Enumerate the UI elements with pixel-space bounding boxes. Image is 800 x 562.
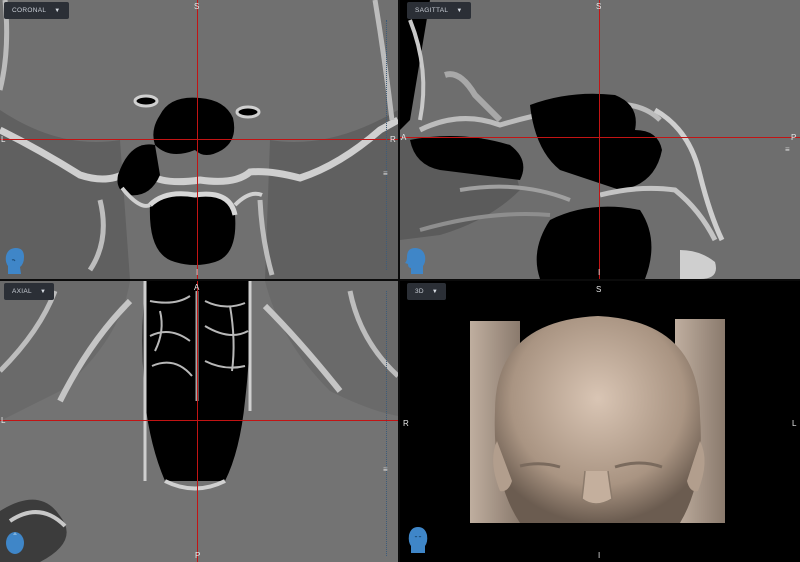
sagittal-orientation-left: A [401,133,407,142]
viewport-divider-vertical [398,0,400,562]
sagittal-ct-image [400,0,800,279]
sagittal-view-label: SAGITTAL [415,7,449,14]
three-d-viewport[interactable]: 3D ▼ S I R L [400,281,800,562]
axial-slice-slider-icon[interactable]: ≡ [383,466,388,474]
three-d-view-dropdown[interactable]: 3D ▼ [407,283,447,300]
sagittal-view-dropdown[interactable]: SAGITTAL ▼ [407,2,471,19]
coronal-orientation-top: S [194,2,200,11]
viewer-grid: ≡ CORONAL ▼ S I L R ≡ SAGITTAL ▼ S I A P… [0,0,800,562]
axial-orientation-left: L [1,416,6,425]
head-orientation-icon[interactable] [405,246,427,276]
coronal-view-dropdown[interactable]: CORONAL ▼ [4,2,69,19]
axial-view-label: AXIAL [12,288,32,295]
sagittal-crosshair-vertical[interactable] [599,0,600,279]
head-orientation-icon[interactable] [407,525,429,555]
sagittal-crosshair-horizontal[interactable] [400,137,800,138]
coronal-view-label: CORONAL [12,7,47,14]
coronal-crosshair-horizontal[interactable] [0,139,398,140]
axial-orientation-top: A [194,283,200,292]
three-d-view-label: 3D [415,288,424,295]
three-d-volume-render [400,281,800,562]
three-d-orientation-right: L [792,419,797,428]
chevron-down-icon: ▼ [39,288,47,295]
chevron-down-icon: ▼ [54,7,61,14]
head-orientation-icon[interactable] [4,529,26,559]
axial-depth-ruler [386,291,389,556]
sagittal-orientation-top: S [596,2,602,11]
three-d-orientation-left: R [403,419,409,428]
axial-view-dropdown[interactable]: AXIAL ▼ [4,283,55,300]
axial-ct-image [0,281,398,562]
viewport-divider-horizontal [0,279,800,281]
coronal-slice-slider-icon[interactable]: ≡ [383,170,388,178]
axial-orientation-bottom: P [195,551,201,560]
head-orientation-icon[interactable] [4,246,26,276]
axial-crosshair-horizontal[interactable] [0,420,398,421]
three-d-orientation-top: S [596,285,602,294]
sagittal-orientation-bottom: I [598,268,601,277]
coronal-viewport[interactable]: ≡ CORONAL ▼ S I L R [0,0,398,279]
chevron-down-icon: ▼ [456,7,463,14]
coronal-orientation-left: L [1,135,6,144]
coronal-depth-ruler [386,20,389,270]
sagittal-slice-slider-icon[interactable]: ≡ [785,146,790,154]
three-d-orientation-bottom: I [598,551,601,560]
sagittal-orientation-right: P [791,133,797,142]
axial-viewport[interactable]: ≡ AXIAL ▼ A P L R [0,281,398,562]
chevron-down-icon: ▼ [431,288,439,295]
coronal-orientation-right: R [390,135,396,144]
axial-crosshair-vertical[interactable] [197,281,198,562]
sagittal-viewport[interactable]: ≡ SAGITTAL ▼ S I A P [400,0,800,279]
coronal-orientation-bottom: I [196,268,199,277]
